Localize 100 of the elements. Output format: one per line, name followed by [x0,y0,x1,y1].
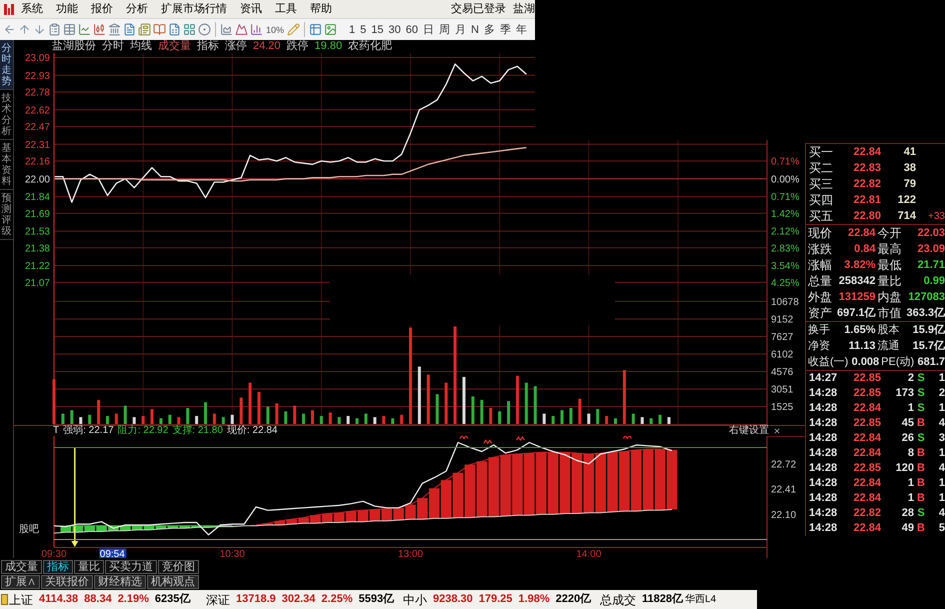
chart-header-item: 盐湖股份 [52,40,96,53]
bid-volume: 79 [902,176,916,192]
quote-label: 流通 [878,338,900,354]
side-tab[interactable]: 分时走势 [0,40,13,90]
quote-value: 15.7亿 [912,338,945,354]
chart-header-item: 成交量 [158,40,191,53]
image-icon[interactable] [324,23,338,36]
chart-tab[interactable]: 指标 [43,560,73,574]
trade-side: S [916,401,926,416]
arrow-up-icon[interactable] [18,23,31,36]
period-button[interactable]: 月 [455,22,466,36]
bid-price: 22.80 [852,208,881,224]
trade-count: 1 [938,401,945,416]
close-icon[interactable] [773,427,781,435]
trade-time: 14:28 [809,416,838,432]
candlestick-chart-icon[interactable] [93,23,106,36]
extension-tab[interactable]: 扩展∧ [1,575,40,589]
chart-tab[interactable]: 量比 [74,560,104,574]
trade-price: 22.85 [852,461,881,476]
table-icon[interactable] [309,23,322,36]
line-chart-icon[interactable] [78,23,91,36]
axis-label: 6102 [771,349,794,360]
trade-time: 14:28 [809,461,838,476]
quote-label: 内盘 [878,289,902,306]
list-icon[interactable] [48,23,61,36]
index-percent: 1.98% [518,592,550,608]
grid-icon[interactable] [183,23,196,36]
quote-label: 换手 [808,322,830,338]
period-button[interactable]: 多 [484,22,495,36]
trade-price: 22.84 [852,521,881,536]
total-value: 11828亿 [642,592,683,608]
settings-link[interactable]: 右键设置 [729,426,769,436]
period-button[interactable]: 周 [439,22,450,36]
axis-label: 22.72 [771,459,796,470]
quote-label: 收益(一) [808,354,848,370]
axis-label: 21.84 [24,192,50,204]
menu-item[interactable]: 扩展市场行情 [161,0,227,18]
building-icon[interactable] [108,23,121,36]
trade-volume: 2 [906,371,914,386]
side-tab[interactable]: 技术分析 [0,90,13,140]
trade-side: B [916,491,926,506]
side-tab[interactable]: 基本资料 [0,140,13,190]
pencil-icon[interactable] [287,23,300,36]
trade-price: 22.85 [852,371,881,386]
menu-item[interactable]: 帮助 [310,0,332,18]
extension-tab[interactable]: 财经精选 [94,575,146,589]
chart-tab[interactable]: 成交量 [1,560,42,574]
bid-label: 买四 [809,192,834,209]
newspaper-icon[interactable] [138,23,151,36]
period-button[interactable]: 60 [406,22,418,36]
period-button[interactable]: 1 [349,22,356,36]
index-value: 4114.38 [39,592,78,608]
side-tab[interactable]: 预测评级 [0,190,13,240]
trade-side: B [916,461,926,476]
table-icon[interactable] [63,23,76,36]
period-button[interactable]: N [471,22,479,36]
menu-item[interactable]: 资讯 [240,0,262,18]
chart-header-item: 分时 [102,40,124,53]
trade-side: B [916,446,926,462]
arrow-down-icon[interactable] [33,23,46,36]
period-button[interactable]: 季 [500,22,511,36]
mountain-icon[interactable] [235,23,248,36]
login-status[interactable]: 交易已登录 [451,0,506,18]
book-icon[interactable] [153,23,166,36]
zoom-button[interactable]: 10% [265,22,286,36]
menu-item[interactable]: 系统 [21,0,43,18]
spreadsheet-icon[interactable] [168,23,181,36]
extension-tab[interactable]: 机构观点 [147,575,199,589]
marker-icon [516,436,525,442]
menu-item[interactable]: 报价 [91,0,113,18]
trade-count: 1 [938,476,945,492]
bid-volume: 41 [902,144,916,160]
chart-tab[interactable]: 竞价图 [158,560,199,574]
document-icon[interactable] [123,23,136,36]
arrow-left-icon[interactable] [3,23,16,36]
chart-tab[interactable]: 买卖力道 [105,560,157,574]
trade-time: 14:28 [809,401,838,416]
area-chart-icon[interactable] [220,23,233,36]
period-button[interactable]: 日 [423,22,434,36]
trade-side: S [916,431,926,446]
trade-volume: 173 [894,386,914,402]
quote-value: 23.09 [916,242,945,257]
quote-value: 697.1亿 [836,306,876,321]
menu-item[interactable]: 分析 [126,0,148,18]
bar-chart-icon[interactable] [250,23,263,36]
period-button[interactable]: 30 [388,22,401,36]
circle-icon[interactable] [198,23,211,36]
trade-side: S [916,506,926,522]
forum-button[interactable]: 股吧 [19,524,39,535]
trade-volume: 45 [900,416,914,432]
extension-tab[interactable]: 关联报价 [41,575,93,589]
broker-label: 华西L4 [684,593,716,607]
period-button[interactable]: 5 [360,22,366,36]
trade-count: 1 [938,446,945,462]
period-button[interactable]: 15 [371,22,384,36]
trade-count: 1 [938,371,945,386]
axis-label: 21.22 [24,261,50,272]
period-button[interactable]: 年 [516,22,527,36]
menu-item[interactable]: 功能 [56,0,78,18]
menu-item[interactable]: 工具 [275,0,297,18]
